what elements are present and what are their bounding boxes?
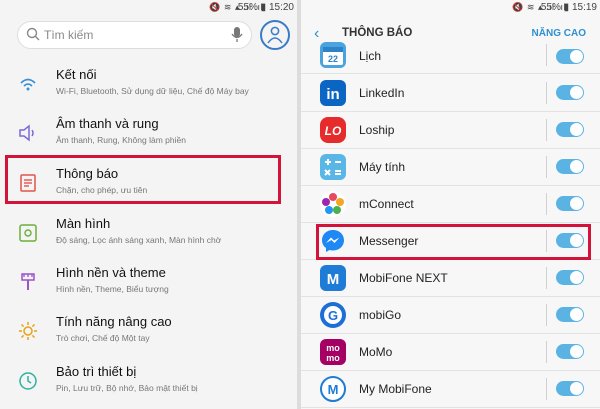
app-row-mobigo[interactable]: G mobiGo [301,297,600,334]
notification-toggle[interactable] [556,122,584,137]
app-name: LinkedIn [359,86,405,100]
time: 15:20 [268,2,294,13]
settings-item-title: Màn hình [56,216,111,231]
svg-text:LO: LO [325,124,342,138]
settings-item-subtitle: Wi-Fi, Bluetooth, Sử dụng dữ liệu, Chế đ… [56,86,249,96]
svg-text:22: 22 [328,54,338,64]
svg-text:M: M [328,382,339,397]
clock: 55% ▮ 15:20 [237,2,294,13]
status-bar: 🔇 ≋ ▴ .ıl .ıl 55% 55% ▮ 15:20 [0,0,297,15]
settings-item-maintenance[interactable]: Bảo trì thiết bị Pin, Lưu trữ, Bộ nhớ, B… [0,358,297,408]
notification-toggle[interactable] [556,270,584,285]
settings-item-advanced[interactable]: Tính năng nâng cao Trò chơi, Chế độ Một … [0,308,297,358]
app-name: MoMo [359,345,393,359]
app-row-mconnect[interactable]: mConnect [301,186,600,223]
notification-toggle[interactable] [556,159,584,174]
app-name: My MobiFone [359,382,432,396]
svg-text:M: M [327,271,340,288]
app-name: Máy tính [359,160,406,174]
settings-item-title: Bảo trì thiết bị [56,364,137,379]
divider [546,82,547,104]
highlight-box [316,224,591,260]
divider [546,378,547,400]
settings-item-display[interactable]: Màn hình Độ sáng, Lọc ánh sáng xanh, Màn… [0,210,297,260]
settings-item-connections[interactable]: Kết nối Wi-Fi, Bluetooth, Sử dụng dữ liệ… [0,61,297,111]
settings-item-subtitle: Độ sáng, Lọc ánh sáng xanh, Màn hình chờ [56,235,222,245]
notification-toggle[interactable] [556,49,584,64]
app-name: Lịch [359,49,382,63]
app-row-lich[interactable]: 22 Lịch [301,40,600,74]
advanced-features-icon [19,322,37,340]
app-row-calculator[interactable]: Máy tính [301,149,600,186]
svg-text:in: in [326,86,339,103]
status-bar: 🔇 ≋ ▴ .ıl .ıl 55% ▮ 15:19 [301,0,600,15]
wallpaper-icon [21,273,35,290]
divider [546,304,547,326]
display-icon [19,224,37,242]
app-row-linkedin[interactable]: in LinkedIn [301,75,600,112]
settings-item-subtitle: Âm thanh, Rung, Không làm phiền [56,135,186,145]
settings-item-title: Hình nền và theme [56,265,166,280]
mobigo-icon: G [320,302,346,328]
settings-item-subtitle: Hình nền, Theme, Biểu tượng [56,284,169,294]
search-input[interactable]: Tìm kiếm [17,21,252,49]
svg-text:G: G [328,308,338,323]
device-maintenance-icon [19,372,37,390]
search-row: Tìm kiếm [0,18,297,54]
notifications-screen: 🔇 ≋ ▴ .ıl .ıl 55% ▮ 15:19 ‹ THÔNG BÁO NĂ… [301,0,600,409]
divider [546,193,547,215]
sound-icon [19,124,34,142]
notification-toggle[interactable] [556,196,584,211]
settings-screen: 🔇 ≋ ▴ .ıl .ıl 55% 55% ▮ 15:20 Tìm kiếm K… [0,0,297,409]
battery-level: 55% [237,2,258,13]
app-name: mConnect [359,197,414,211]
calendar-icon: 22 [320,42,346,68]
account-icon [267,26,283,44]
divider [546,44,547,66]
divider [546,267,547,289]
page-title: THÔNG BÁO [342,27,413,39]
svg-text:mo: mo [326,343,340,353]
calculator-icon [320,154,346,180]
linkedin-icon: in [320,80,346,106]
svg-text:mo: mo [326,353,340,363]
app-row-my-mobifone[interactable]: M My MobiFone [301,371,600,408]
app-name: Loship [359,123,395,137]
momo-icon: mo mo [320,339,346,365]
search-icon [26,27,40,41]
settings-item-subtitle: Trò chơi, Chế độ Một tay [56,333,150,343]
mconnect-icon [320,191,346,217]
search-placeholder: Tìm kiếm [44,28,94,42]
battery-level: 55% [540,2,561,13]
notification-toggle[interactable] [556,381,584,396]
loship-icon: LO [320,117,346,143]
divider [546,156,547,178]
settings-item-wallpaper[interactable]: Hình nền và theme Hình nền, Theme, Biểu … [0,259,297,309]
my-mobifone-icon: M [320,376,346,402]
notification-toggle[interactable] [556,344,584,359]
divider [546,119,547,141]
clock: 55% ▮ 15:19 [540,2,597,13]
notification-toggle[interactable] [556,85,584,100]
app-row-loship[interactable]: LO Loship [301,112,600,149]
app-name: MobiFone NEXT [359,271,448,285]
mobifone-next-icon: M [320,265,346,291]
app-row-momo[interactable]: mo mo MoMo [301,334,600,371]
highlight-box [5,155,281,204]
advanced-button[interactable]: NĂNG CAO [532,28,586,39]
settings-item-title: Tính năng nâng cao [56,314,172,329]
notification-toggle[interactable] [556,307,584,322]
app-row-mobifone-next[interactable]: M MobiFone NEXT [301,260,600,297]
settings-item-title: Âm thanh và rung [56,116,159,131]
settings-item-title: Kết nối [56,67,97,82]
account-button[interactable] [260,20,290,50]
time: 15:19 [571,2,597,13]
connections-icon [20,78,36,91]
settings-item-subtitle: Pin, Lưu trữ, Bộ nhớ, Bảo mật thiết bị [56,383,198,393]
microphone-icon[interactable] [231,27,243,43]
settings-item-sound[interactable]: Âm thanh và rung Âm thanh, Rung, Không l… [0,110,297,160]
app-name: mobiGo [359,308,402,322]
divider [546,341,547,363]
